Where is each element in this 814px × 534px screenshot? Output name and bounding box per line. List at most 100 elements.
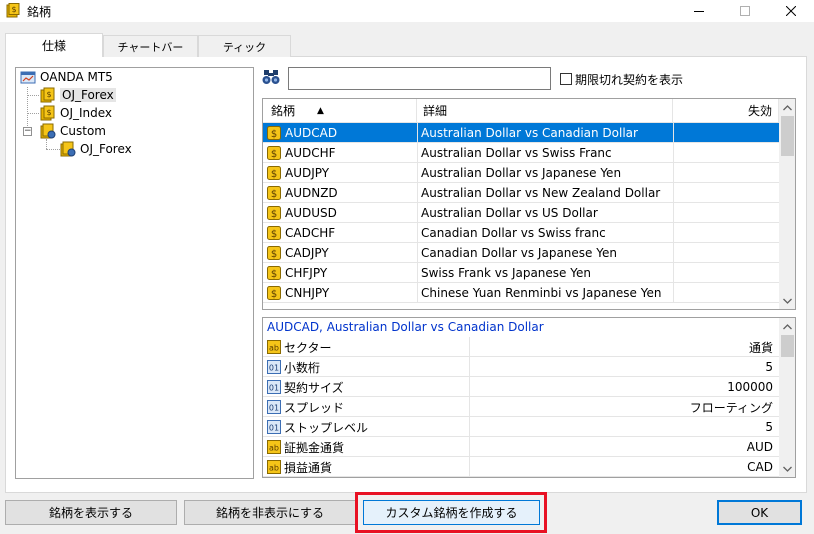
highlight-annotation: [355, 492, 547, 533]
table-row[interactable]: $ CADCHF Canadian Dollar vs Swiss franc: [263, 223, 779, 243]
currency-symbol-icon: $: [267, 146, 281, 160]
expiry-cell: [673, 123, 779, 143]
property-row[interactable]: 01 契約サイズ 100000: [263, 377, 779, 397]
tree-item-root[interactable]: OANDA MT5: [20, 68, 113, 86]
tree-item-custom-oj-forex[interactable]: OJ_Forex: [60, 140, 132, 158]
property-row[interactable]: 01 ストップレベル 5: [263, 417, 779, 437]
table-row[interactable]: $ CADJPY Canadian Dollar vs Japanese Yen: [263, 243, 779, 263]
expiry-cell: [673, 283, 779, 303]
property-value: 5: [469, 357, 779, 377]
svg-text:$: $: [46, 108, 51, 117]
symbol-group-icon: $: [40, 87, 55, 103]
property-row[interactable]: ab 損益通貨 CAD: [263, 457, 779, 477]
svg-text:ab: ab: [269, 464, 279, 473]
property-name: ab 損益通貨: [263, 457, 469, 477]
window-title: 銘柄: [27, 5, 52, 19]
symbol-tree[interactable]: OANDA MT5 $ OJ_Forex $ OJ_Index − Custom: [15, 67, 254, 479]
tree-item-label: OJ_Index: [60, 106, 113, 120]
symbol-group-icon: $: [40, 105, 55, 121]
tab-ticks[interactable]: ティック: [198, 35, 291, 57]
scroll-down-icon[interactable]: [779, 460, 795, 477]
expiry-cell: [673, 143, 779, 163]
close-icon: [786, 6, 796, 16]
property-row[interactable]: 01 小数桁 5: [263, 357, 779, 377]
show-symbol-button[interactable]: 銘柄を表示する: [5, 500, 177, 525]
description-cell: Australian Dollar vs Swiss Franc: [417, 143, 673, 163]
search-input[interactable]: [288, 67, 551, 90]
scroll-down-icon[interactable]: [779, 292, 795, 309]
expiry-cell: [673, 263, 779, 283]
properties-header: AUDCAD, Australian Dollar vs Canadian Do…: [267, 320, 544, 334]
tree-item-custom[interactable]: Custom: [40, 122, 106, 140]
currency-symbol-icon: $: [267, 246, 281, 260]
binoculars-icon[interactable]: [262, 68, 280, 86]
table-row[interactable]: $ AUDCHF Australian Dollar vs Swiss Franc: [263, 143, 779, 163]
svg-text:$: $: [271, 249, 277, 260]
symbol-cell: $ AUDUSD: [263, 203, 417, 223]
currency-symbol-icon: $: [267, 166, 281, 180]
tree-item-oj-forex[interactable]: $ OJ_Forex: [40, 86, 116, 104]
show-expired-label: 期限切れ契約を表示: [575, 73, 684, 87]
property-row[interactable]: 01 スプレッド フローティング: [263, 397, 779, 417]
tree-line: [27, 113, 39, 114]
svg-text:01: 01: [269, 404, 279, 413]
properties-scrollbar[interactable]: [779, 318, 795, 477]
hide-symbol-button[interactable]: 銘柄を非表示にする: [184, 500, 356, 525]
tab-chart-bars[interactable]: チャートバー: [103, 35, 198, 57]
tab-specification[interactable]: 仕様: [5, 33, 103, 57]
currency-symbol-icon: $: [267, 286, 281, 300]
currency-symbol-icon: $: [267, 126, 281, 140]
svg-text:$: $: [271, 169, 277, 180]
table-row[interactable]: $ AUDNZD Australian Dollar vs New Zealand …: [263, 183, 779, 203]
table-row[interactable]: $ AUDCAD Australian Dollar vs Canadian Dol…: [263, 123, 779, 143]
collapse-toggle[interactable]: −: [23, 127, 32, 136]
property-row[interactable]: ab セクター 通貨: [263, 337, 779, 357]
symbol-table-scrollbar[interactable]: [779, 99, 795, 309]
description-cell: Canadian Dollar vs Swiss franc: [417, 223, 673, 243]
table-row[interactable]: $ CNHJPY Chinese Yuan Renminbi vs Japanese…: [263, 283, 779, 303]
column-header-description[interactable]: 詳細: [417, 99, 673, 123]
table-row[interactable]: $ CHFJPY Swiss Frank vs Japanese Yen: [263, 263, 779, 283]
column-header-symbol[interactable]: 銘柄 ▲: [263, 99, 417, 123]
property-value: 5: [469, 417, 779, 437]
svg-text:01: 01: [269, 384, 279, 393]
tree-item-oj-index[interactable]: $ OJ_Index: [40, 104, 112, 122]
symbol-cell: $ CHFJPY: [263, 263, 417, 283]
symbol-cell: $ AUDCHF: [263, 143, 417, 163]
ok-button[interactable]: OK: [717, 500, 802, 525]
expiry-cell: [673, 163, 779, 183]
maximize-button[interactable]: [722, 0, 768, 22]
svg-text:$: $: [271, 129, 277, 140]
property-row[interactable]: ab 証拠金通貨 AUD: [263, 437, 779, 457]
svg-text:$: $: [11, 5, 16, 14]
svg-text:$: $: [271, 209, 277, 220]
column-header-expiry[interactable]: 失効: [673, 99, 779, 123]
property-name: ab セクター: [263, 337, 469, 357]
property-value: 100000: [469, 377, 779, 397]
tree-line: [27, 87, 28, 130]
svg-text:01: 01: [269, 424, 279, 433]
scroll-thumb[interactable]: [781, 116, 794, 156]
property-name: 01 小数桁: [267, 360, 321, 375]
symbol-cell: $ AUDNZD: [263, 183, 417, 203]
text-property-icon: ab: [267, 340, 281, 354]
show-expired-checkbox[interactable]: [560, 73, 572, 85]
scroll-thumb[interactable]: [781, 335, 794, 357]
currency-symbol-icon: $: [267, 226, 281, 240]
scroll-up-icon[interactable]: [779, 318, 795, 335]
table-row[interactable]: $ AUDJPY Australian Dollar vs Japanese Yen: [263, 163, 779, 183]
description-cell: Chinese Yuan Renminbi vs Japanese Yen: [417, 283, 673, 303]
scroll-up-icon[interactable]: [779, 99, 795, 116]
tree-line: [46, 139, 47, 149]
close-button[interactable]: [768, 0, 814, 22]
currency-symbol-icon: $: [267, 206, 281, 220]
table-row[interactable]: $ AUDUSD Australian Dollar vs US Dollar: [263, 203, 779, 223]
numeric-property-icon: 01: [267, 400, 281, 414]
tree-line: [46, 149, 60, 150]
tree-item-label: OJ_Forex: [60, 88, 116, 102]
text-property-icon: ab: [267, 460, 281, 474]
svg-text:$: $: [271, 189, 277, 200]
minimize-button[interactable]: [676, 0, 722, 22]
symbol-cell: $ CADCHF: [263, 223, 417, 243]
symbol-properties-panel: AUDCAD, Australian Dollar vs Canadian Do…: [262, 317, 796, 478]
